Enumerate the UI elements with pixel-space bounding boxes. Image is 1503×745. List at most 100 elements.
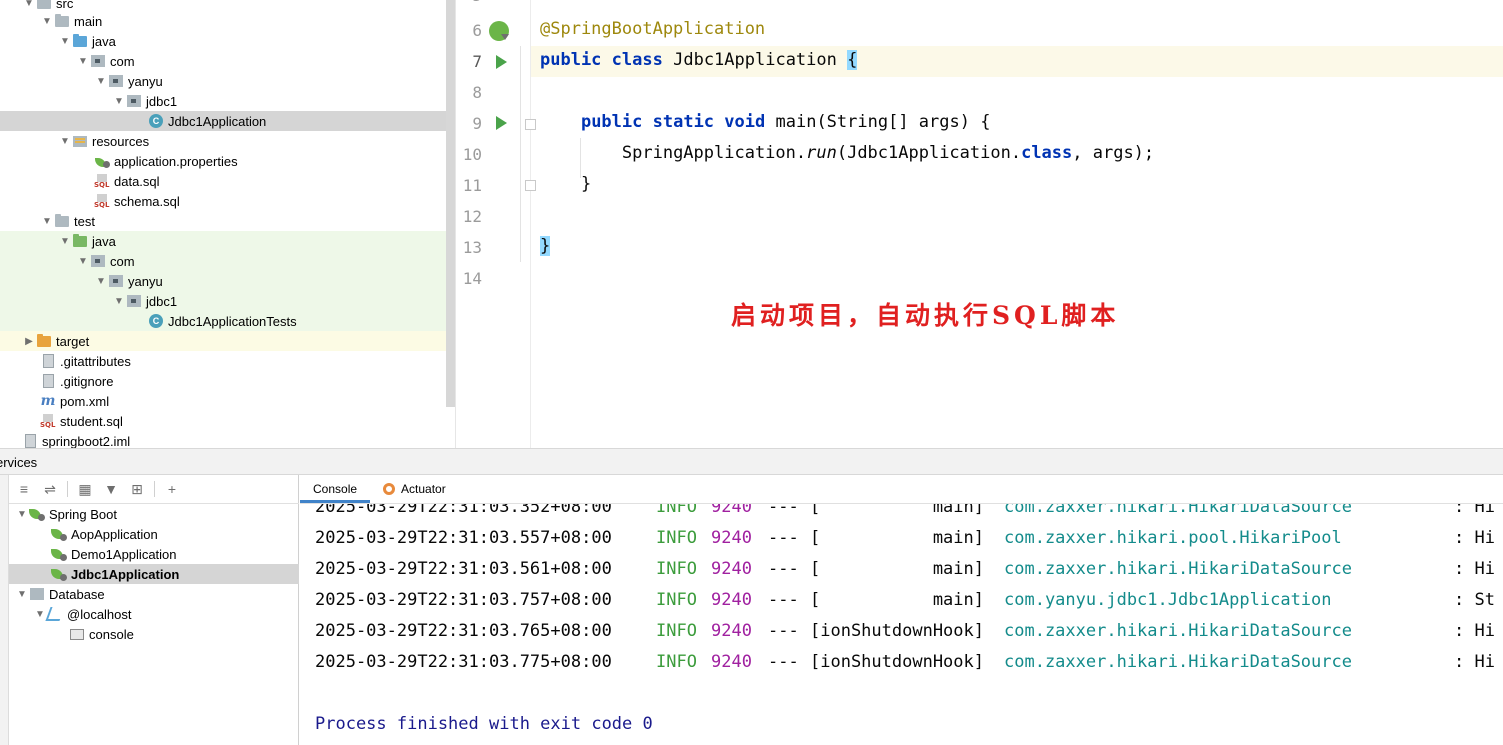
folder-icon bbox=[36, 0, 52, 11]
code-area[interactable]: @SpringBootApplication public class Jdbc… bbox=[520, 0, 1503, 448]
chevron-down-icon[interactable]: ▼ bbox=[76, 254, 90, 268]
spring-boot-icon bbox=[51, 566, 67, 582]
filter-icon[interactable]: ▼ bbox=[100, 478, 122, 500]
process-exit-message: Process finished with exit code 0 bbox=[315, 714, 653, 734]
chevron-down-icon[interactable]: ▼ bbox=[58, 134, 72, 148]
tree-item-test-yanyu[interactable]: ▼ yanyu bbox=[0, 271, 455, 291]
tree-item-jdbc1application[interactable]: C Jdbc1Application bbox=[0, 111, 455, 131]
line-number: 8 bbox=[472, 83, 482, 102]
package-icon bbox=[90, 53, 106, 69]
tree-item-jdbc1applicationtests[interactable]: C Jdbc1ApplicationTests bbox=[0, 311, 455, 331]
new-tab-icon[interactable]: ⊞ bbox=[126, 478, 148, 500]
chevron-right-icon[interactable]: ▶ bbox=[22, 334, 36, 348]
chevron-down-icon[interactable]: ▼ bbox=[94, 274, 108, 288]
chevron-down-icon[interactable]: ▼ bbox=[15, 587, 29, 601]
tree-item-main[interactable]: ▼ main bbox=[0, 11, 455, 31]
tree-item-test-com[interactable]: ▼ com bbox=[0, 251, 455, 271]
chevron-down-icon[interactable]: ▼ bbox=[15, 507, 29, 521]
spring-class-icon: C bbox=[148, 313, 164, 329]
code-line-11: } bbox=[580, 174, 592, 194]
line-number: 5 bbox=[456, 0, 482, 5]
tree-item-test-jdbc1[interactable]: ▼ jdbc1 bbox=[0, 291, 455, 311]
actuator-icon bbox=[383, 482, 396, 495]
line-number: 11 bbox=[462, 176, 482, 195]
chevron-down-icon[interactable]: ▼ bbox=[40, 214, 54, 228]
code-line-10: SpringApplication.run(Jdbc1Application.c… bbox=[621, 143, 1155, 163]
package-icon bbox=[108, 73, 124, 89]
tree-item-schema-sql[interactable]: SQL schema.sql bbox=[0, 191, 455, 211]
console-tab-bar: Console Actuator bbox=[300, 475, 1503, 504]
service-item-demo1application[interactable]: Demo1Application bbox=[9, 544, 299, 564]
tree-item-springboot2-iml[interactable]: springboot2.iml bbox=[0, 431, 455, 448]
service-item-console[interactable]: console bbox=[9, 624, 299, 644]
chevron-down-icon[interactable]: ▼ bbox=[22, 0, 36, 10]
service-item-database[interactable]: ▼ Database bbox=[9, 584, 299, 604]
code-line-7: public class Jdbc1Application { bbox=[540, 50, 858, 70]
line-number: 6 bbox=[472, 21, 482, 40]
log-line: 2025-03-29T22:31:03.775+08:00 INFO 9240 ---… bbox=[315, 652, 1495, 672]
spring-class-icon: C bbox=[148, 113, 164, 129]
tree-item-gitattributes[interactable]: .gitattributes bbox=[0, 351, 455, 371]
ignore-file-icon bbox=[40, 373, 56, 389]
tree-item-gitignore[interactable]: .gitignore bbox=[0, 371, 455, 391]
chevron-down-icon[interactable]: ▼ bbox=[94, 74, 108, 88]
tree-item-yanyu[interactable]: ▼ yanyu bbox=[0, 71, 455, 91]
run-icon[interactable] bbox=[496, 116, 507, 130]
tree-item-test[interactable]: ▼ test bbox=[0, 211, 455, 231]
service-item-jdbc1application[interactable]: Jdbc1Application bbox=[9, 564, 299, 584]
tree-item-pom-xml[interactable]: m pom.xml bbox=[0, 391, 455, 411]
toolbar-divider bbox=[67, 481, 68, 497]
project-tree-panel: ▼ src ▼ main ▼ java ▼ com ▼ yanyu ▼ jdbc… bbox=[0, 0, 455, 448]
tree-item-java[interactable]: ▼ java bbox=[0, 31, 455, 51]
spring-boot-icon bbox=[51, 546, 67, 562]
spring-properties-icon bbox=[94, 153, 110, 169]
code-editor[interactable]: 5 6 7 8 9 10 11 12 13 14 @SpringBootAppl… bbox=[455, 0, 1503, 448]
chevron-down-icon[interactable]: ▼ bbox=[58, 34, 72, 48]
tab-console[interactable]: Console bbox=[300, 474, 371, 503]
console-panel: Console Actuator 2025-03-29T22:31:03.352… bbox=[300, 475, 1503, 745]
tree-item-data-sql[interactable]: SQL data.sql bbox=[0, 171, 455, 191]
folder-icon bbox=[54, 13, 70, 29]
chevron-down-icon[interactable]: ▼ bbox=[112, 294, 126, 308]
services-toolwindow-header[interactable]: ervices bbox=[0, 448, 1503, 475]
tree-item-target[interactable]: ▶ target bbox=[0, 331, 455, 351]
expand-all-icon[interactable]: ≡ bbox=[13, 478, 35, 500]
sql-file-icon: SQL bbox=[94, 193, 110, 209]
chevron-down-icon[interactable]: ▼ bbox=[40, 14, 54, 28]
spring-bean-icon[interactable] bbox=[489, 21, 509, 41]
toolbar-divider bbox=[154, 481, 155, 497]
chevron-down-icon[interactable]: ▼ bbox=[112, 94, 126, 108]
collapse-all-icon[interactable]: ⇌ bbox=[39, 478, 61, 500]
line-number: 7 bbox=[472, 52, 482, 71]
text-file-icon bbox=[40, 353, 56, 369]
package-icon bbox=[126, 293, 142, 309]
tree-item-student-sql[interactable]: SQL student.sql bbox=[0, 411, 455, 431]
package-icon bbox=[90, 253, 106, 269]
tree-item-com[interactable]: ▼ com bbox=[0, 51, 455, 71]
maven-icon: m bbox=[40, 393, 56, 409]
tree-item-test-java[interactable]: ▼ java bbox=[0, 231, 455, 251]
service-item-spring-boot[interactable]: ▼ Spring Boot bbox=[9, 504, 299, 524]
side-toolbar-strip bbox=[0, 475, 9, 745]
tree-scrollbar[interactable] bbox=[446, 0, 455, 407]
tree-item-resources[interactable]: ▼ resources bbox=[0, 131, 455, 151]
test-folder-icon bbox=[72, 233, 88, 249]
chevron-down-icon[interactable]: ▼ bbox=[58, 234, 72, 248]
tree-item-jdbc1[interactable]: ▼ jdbc1 bbox=[0, 91, 455, 111]
console-output[interactable]: 2025-03-29T22:31:03.352+08:00 INFO 9240 ---… bbox=[300, 504, 1503, 745]
service-item-localhost[interactable]: ▼ @localhost bbox=[9, 604, 299, 624]
tab-actuator[interactable]: Actuator bbox=[370, 474, 459, 503]
services-title: ervices bbox=[0, 455, 38, 470]
tree-item-application-properties[interactable]: application.properties bbox=[0, 151, 455, 171]
run-icon[interactable] bbox=[496, 55, 507, 69]
spring-boot-icon bbox=[29, 506, 45, 522]
group-by-icon[interactable]: ▦ bbox=[74, 478, 96, 500]
datasource-icon bbox=[45, 606, 65, 622]
chevron-down-icon[interactable]: ▼ bbox=[76, 54, 90, 68]
add-service-icon[interactable]: + bbox=[161, 478, 183, 500]
indent-guide bbox=[520, 46, 521, 262]
service-item-aopapplication[interactable]: AopApplication bbox=[9, 524, 299, 544]
line-number: 12 bbox=[462, 207, 482, 226]
log-line: 2025-03-29T22:31:03.765+08:00 INFO 9240 ---… bbox=[315, 621, 1495, 641]
code-line-13: } bbox=[540, 236, 551, 256]
